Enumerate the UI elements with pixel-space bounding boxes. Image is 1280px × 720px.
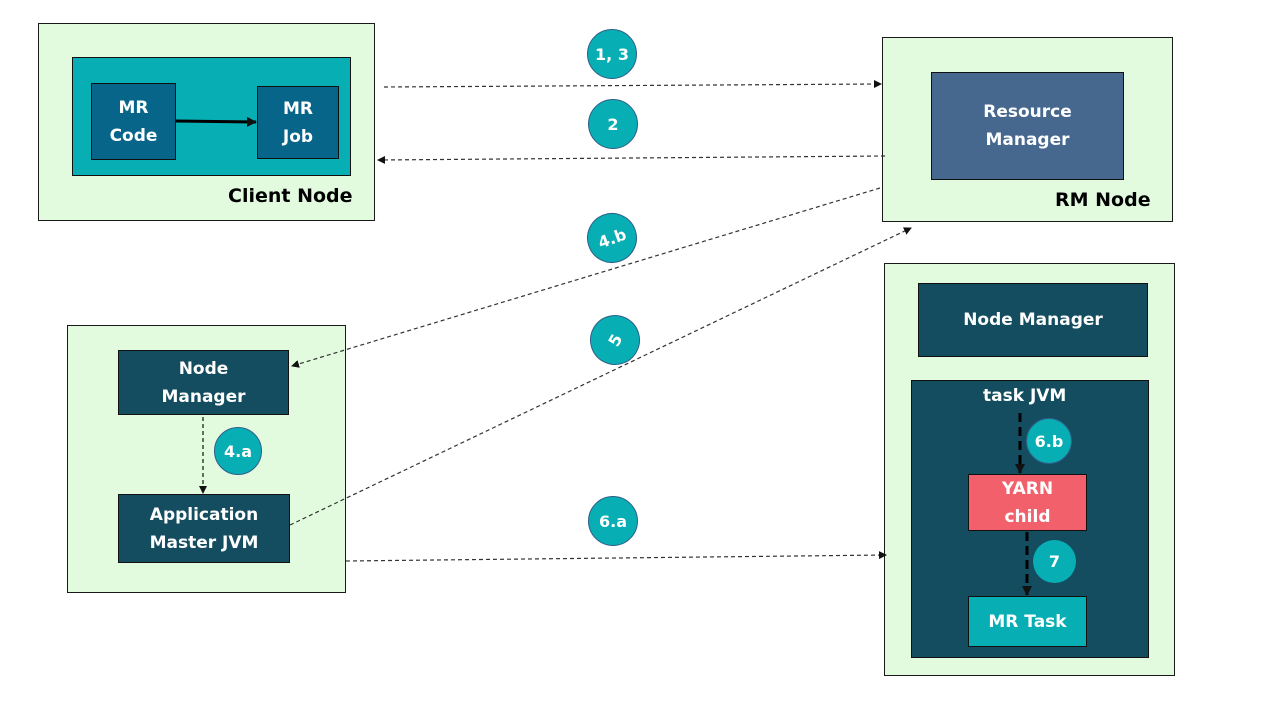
rm-node-label: RM Node	[1055, 189, 1151, 211]
application-master-box: Application Master JVM	[118, 494, 290, 563]
mr-job-box: MR Job	[257, 86, 339, 159]
arrow-step-6a	[345, 551, 887, 562]
step-badge-1-3: 1, 3	[587, 29, 637, 79]
resource-manager-box: Resource Manager	[931, 72, 1124, 180]
mr-task-box: MR Task	[968, 596, 1087, 647]
arrow-step-2	[377, 155, 886, 164]
step-badge-6a: 6.a	[588, 496, 638, 546]
step-badge-4b: 4.b	[579, 205, 645, 271]
step-badge-7: 7	[1033, 540, 1076, 583]
arrow-step-4b	[291, 187, 881, 368]
client-node-label: Client Node	[228, 185, 353, 207]
task-jvm-label: task JVM	[983, 386, 1067, 406]
arrow-step-5	[289, 227, 912, 526]
step-badge-6b: 6.b	[1026, 418, 1072, 464]
step-badge-4a: 4.a	[214, 427, 262, 475]
am-node-manager-box: Node Manager	[118, 350, 289, 415]
yarn-child-box: YARN child	[968, 474, 1087, 531]
worker-node-manager-box: Node Manager	[918, 283, 1148, 357]
mr-code-box: MR Code	[91, 83, 176, 160]
step-badge-2: 2	[588, 99, 638, 149]
arrow-step-1-3	[383, 80, 882, 89]
step-badge-5: 5	[580, 305, 650, 375]
